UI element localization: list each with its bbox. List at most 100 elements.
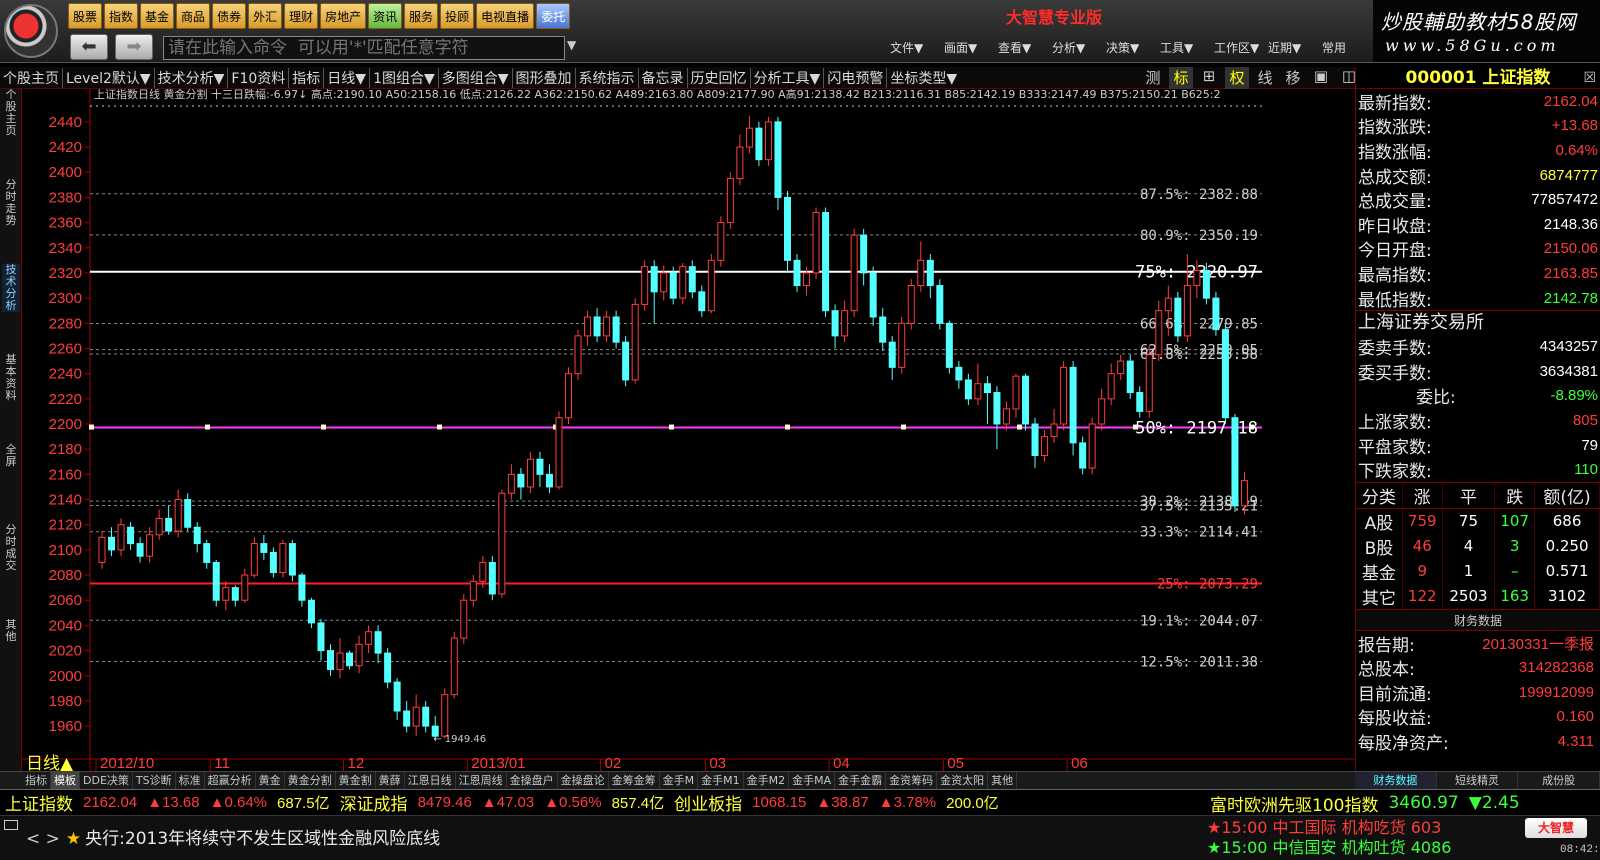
toolbar-item[interactable]: 坐标类型▼ [886, 67, 960, 88]
market-button[interactable]: 资讯 [368, 3, 403, 29]
toolbar-item[interactable]: 日线▼ [323, 67, 369, 88]
ticker-item[interactable]: 创业板指 [669, 790, 747, 815]
ticker-item[interactable]: 上证指数 [0, 790, 78, 815]
indicator-tab[interactable]: 模板 [51, 772, 80, 789]
kline-chart[interactable]: 上证指数日线 黄金分割 十三日跌幅:-6.97↓ 高点:2190.10 A50:… [22, 89, 1355, 771]
indicator-tab[interactable]: 金手MA [789, 772, 836, 789]
ticker-item[interactable]: ▲38.87 [811, 794, 873, 811]
chart-tool-icon[interactable]: ▣ [1309, 67, 1333, 89]
close-icon[interactable]: ☒ [1583, 67, 1596, 89]
right-panel-tab[interactable]: 财务数据 [1355, 772, 1437, 789]
toolbar-item[interactable]: Level2默认▼ [62, 67, 154, 88]
indicator-tab[interactable]: 黄金割 [336, 772, 376, 789]
ticker-item[interactable]: ▲3.78% [874, 794, 941, 811]
side-tab[interactable]: 分时成交 [2, 524, 20, 572]
chart-tool-icon[interactable]: 标 [1169, 67, 1193, 89]
indicator-tab[interactable]: DDE决策 [80, 772, 133, 789]
market-button[interactable]: 指数 [104, 3, 139, 29]
menu-item[interactable]: 文件▼ [890, 39, 944, 56]
market-button[interactable]: 房地产 [320, 3, 367, 29]
toolbar-item[interactable]: 系统指示 [574, 67, 638, 88]
ticker-item[interactable]: ▲47.03 [477, 794, 539, 811]
flash-alert-1[interactable]: ★15:00 中工国际 机构吃货 603 [1207, 818, 1451, 838]
news-headline[interactable]: < > ★ 央行:2013年将续守不发生区域性金融风险底线 [26, 824, 440, 849]
right-panel-tab[interactable]: 短线精灵 [1437, 772, 1519, 789]
indicator-tab[interactable]: TS诊断 [133, 772, 176, 789]
chart-tool-icon[interactable]: ⊞ [1197, 67, 1221, 89]
market-button[interactable]: 理财 [284, 3, 319, 29]
toolbar-item[interactable]: F10资料 [227, 67, 288, 88]
ticker-item[interactable]: 富时欧洲先驱100指数 [1205, 791, 1383, 816]
indicator-tab[interactable]: 江恩日线 [405, 772, 456, 789]
indicator-tab[interactable]: 指标 [22, 772, 51, 789]
command-dropdown-icon[interactable]: ▼ [567, 38, 576, 52]
toolbar-item[interactable]: 备忘录 [637, 67, 687, 88]
news-headline-text[interactable]: 央行:2013年将续守不发生区域性金融风险底线 [85, 829, 440, 849]
ticker-item[interactable]: 3460.97 [1383, 793, 1463, 813]
indicator-tab[interactable]: 金手金霸 [835, 772, 887, 789]
toolbar-item[interactable]: 图形叠加 [511, 67, 575, 88]
chart-tool-icon[interactable]: 移 [1281, 67, 1305, 89]
side-tab[interactable]: 技术分析 [2, 264, 20, 312]
market-button[interactable]: 投顾 [440, 3, 475, 29]
chart-tool-icon[interactable]: 权 [1225, 67, 1249, 89]
market-button[interactable]: 股票 [68, 3, 103, 29]
ticker-item[interactable]: ▲0.56% [539, 794, 606, 811]
toolbar-item[interactable]: 1图组合▼ [369, 67, 438, 88]
menu-item[interactable]: 分析▼ [1052, 39, 1106, 56]
flash-alert-2[interactable]: ★15:00 中信国安 机构吐货 4086 [1207, 838, 1451, 858]
chart-tool-icon[interactable]: 测 [1141, 67, 1165, 89]
indicator-tab[interactable]: 金操盘论 [558, 772, 609, 789]
ticker-item[interactable]: ▲0.64% [205, 794, 272, 811]
side-tab[interactable]: 基本资料 [2, 354, 20, 402]
toolbar-item[interactable]: 历史回忆 [686, 67, 750, 88]
ticker-item[interactable]: ▼2.45 [1464, 793, 1525, 813]
back-arrow-icon[interactable]: ⬅ [70, 34, 108, 60]
market-button[interactable]: 债券 [212, 3, 247, 29]
indicator-tab[interactable]: 超赢分析 [205, 772, 256, 789]
news-nav-arrows[interactable]: < > [26, 829, 60, 849]
indicator-tab[interactable]: 金手M [660, 772, 699, 789]
command-input[interactable] [163, 36, 565, 60]
indicator-tab[interactable]: 标准 [176, 772, 205, 789]
ticker-item[interactable]: 687.5亿 [272, 792, 335, 813]
chart-tool-icon[interactable]: 线 [1253, 67, 1277, 89]
market-button[interactable]: 电视直播 [476, 3, 535, 29]
ticker-item[interactable]: 200.0亿 [941, 792, 1004, 813]
market-button[interactable]: 外汇 [248, 3, 283, 29]
toolbar-item[interactable]: 闪电预警 [823, 67, 886, 88]
dzh-badge[interactable]: 大智慧 [1525, 818, 1587, 838]
menu-item[interactable]: 近期▼ [1268, 39, 1322, 56]
menu-item[interactable]: 查看▼ [998, 39, 1052, 56]
market-button[interactable]: 委托 [536, 3, 571, 29]
menu-item[interactable]: 画面▼ [944, 39, 998, 56]
ticker-item[interactable]: 857.4亿 [607, 792, 670, 813]
menu-item[interactable]: 决策▼ [1106, 39, 1160, 56]
indicator-tab[interactable]: 其他 [988, 772, 1018, 789]
market-button[interactable]: 服务 [404, 3, 439, 29]
side-tab[interactable]: 分时走势 [2, 179, 20, 227]
indicator-tab[interactable]: 金筹金筹 [609, 772, 660, 789]
ticker-item[interactable]: 2162.04 [78, 794, 142, 811]
kline-chart-area[interactable]: 上证指数日线 黄金分割 十三日跌幅:-6.97↓ 高点:2190.10 A50:… [22, 89, 1355, 771]
indicator-tab[interactable]: 金资筹码 [886, 772, 938, 789]
indicator-tab[interactable]: 黄薛 [376, 772, 405, 789]
forward-arrow-icon[interactable]: ➡ [115, 34, 153, 60]
side-tab[interactable]: 全屏 [2, 444, 20, 468]
market-button[interactable]: 商品 [176, 3, 211, 29]
ticker-item[interactable]: 8479.46 [413, 794, 477, 811]
indicator-tab[interactable]: 黄金分割 [285, 772, 336, 789]
menu-item[interactable]: 工具▼ [1160, 39, 1214, 56]
toolbar-item[interactable]: 分析工具▼ [749, 67, 824, 88]
side-tab[interactable]: 其他 [2, 619, 20, 643]
menu-item[interactable]: 工作区▼ [1214, 39, 1268, 56]
ticker-item[interactable]: 1068.15 [747, 794, 811, 811]
toolbar-item[interactable]: 指标 [288, 67, 323, 88]
ticker-item[interactable]: ▲13.68 [142, 794, 204, 811]
menu-item[interactable]: 常用 [1322, 39, 1376, 56]
indicator-tab[interactable]: 金资太阳 [937, 772, 989, 789]
toolbar-item[interactable]: 技术分析▼ [153, 67, 228, 88]
mail-icon[interactable] [4, 820, 18, 830]
indicator-tab[interactable]: 黄金 [256, 772, 285, 789]
indicator-tab[interactable]: 金操盘户 [507, 772, 558, 789]
